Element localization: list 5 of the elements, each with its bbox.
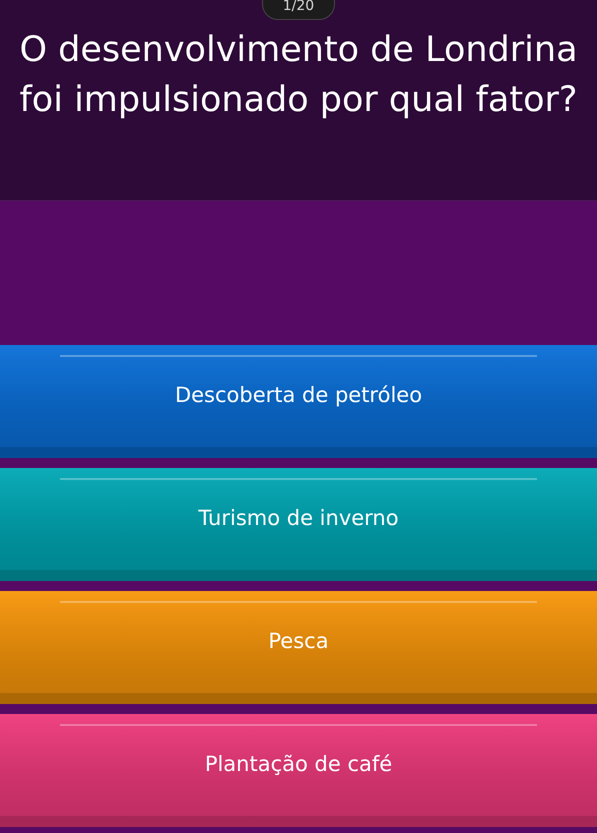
answer-option[interactable]: Descoberta de petróleo — [0, 345, 597, 458]
answer-option[interactable]: Turismo de inverno — [0, 468, 597, 581]
answer-option[interactable]: Plantação de café — [0, 714, 597, 827]
answer-option[interactable]: Pesca — [0, 591, 597, 704]
question-text: O desenvolvimento de Londrina foi impulsionado por qual fator? — [18, 29, 579, 122]
